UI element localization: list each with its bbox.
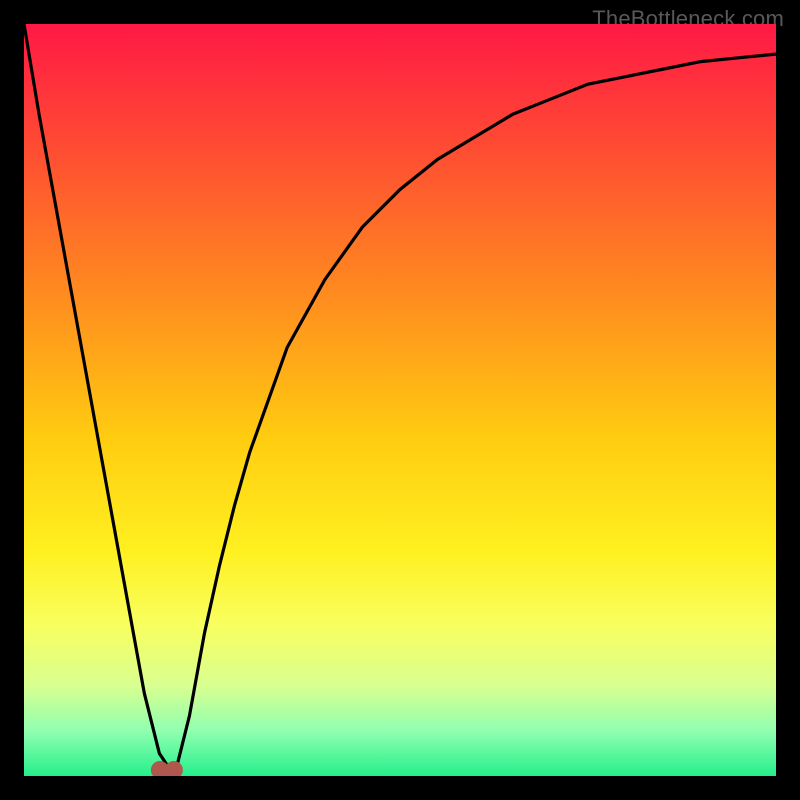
bottleneck-chart — [24, 24, 776, 776]
chart-frame: TheBottleneck.com — [0, 0, 800, 800]
gradient-background — [24, 24, 776, 776]
